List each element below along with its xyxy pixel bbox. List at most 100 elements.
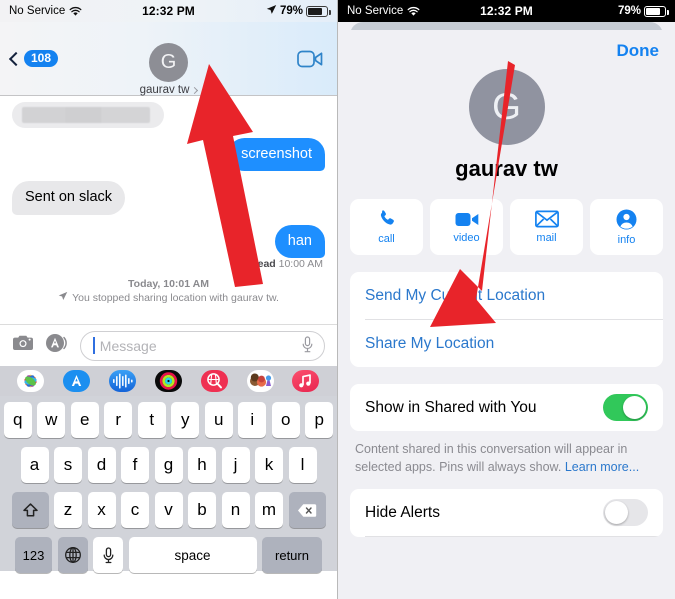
key-b[interactable]: b — [188, 492, 216, 528]
dictation-key[interactable] — [93, 537, 123, 573]
text-caret — [93, 337, 95, 354]
message-thread: screenshot Sent on slack han Read 10:00 … — [0, 96, 337, 324]
key-y[interactable]: y — [171, 402, 200, 438]
call-button[interactable]: call — [350, 199, 423, 255]
photos-app-icon[interactable] — [17, 370, 45, 392]
key-r[interactable]: r — [104, 402, 133, 438]
key-k[interactable]: k — [255, 447, 283, 483]
key-u[interactable]: u — [204, 402, 233, 438]
message-bubble-outgoing[interactable]: screenshot — [228, 138, 329, 172]
digital-touch-app-icon[interactable] — [109, 370, 137, 392]
conversation-nav-bar: 108 G gaurav tw — [0, 22, 337, 96]
modal-sheet-stack: Done G gaurav tw call video mail info Se… — [338, 22, 675, 599]
system-note-row: You stopped sharing location with gaurav… — [12, 291, 325, 304]
keyboard-row-4: 123 space return — [3, 537, 334, 573]
battery-percent-label: 79% — [617, 5, 641, 17]
redacted-message-bubble — [12, 102, 164, 128]
key-q[interactable]: q — [3, 402, 32, 438]
status-bar-right: No Service 12:32 PM 79% — [338, 0, 675, 22]
key-l[interactable]: l — [288, 447, 317, 483]
space-key[interactable]: space — [128, 537, 257, 573]
read-label: Read — [250, 258, 276, 271]
key-m[interactable]: m — [255, 492, 283, 528]
video-button[interactable]: video — [430, 199, 503, 255]
facetime-button[interactable] — [297, 50, 323, 73]
memoji-app-icon[interactable] — [246, 370, 274, 392]
key-c[interactable]: c — [121, 492, 149, 528]
show-in-shared-with-you-row: Show in Shared with You — [350, 384, 663, 431]
globe-key[interactable] — [57, 537, 88, 573]
done-button[interactable]: Done — [617, 41, 660, 61]
avatar[interactable]: G — [468, 69, 545, 145]
key-w[interactable]: w — [37, 402, 66, 438]
return-key[interactable]: return — [262, 537, 322, 573]
back-button[interactable]: 108 — [8, 50, 59, 68]
camera-button[interactable] — [12, 334, 34, 357]
key-h[interactable]: h — [188, 447, 216, 483]
battery-icon — [306, 5, 331, 17]
send-my-current-location-row[interactable]: Send My Current Location — [350, 272, 663, 319]
info-button[interactable]: info — [590, 199, 663, 255]
system-note-text: You stopped sharing location with gaurav… — [72, 291, 279, 304]
dictation-button[interactable] — [301, 335, 314, 356]
hide-alerts-row: Hide Alerts — [350, 489, 663, 536]
key-d[interactable]: d — [87, 447, 116, 483]
message-row: screenshot — [12, 138, 329, 172]
video-camera-icon — [297, 50, 323, 68]
key-f[interactable]: f — [121, 447, 149, 483]
shift-key[interactable] — [11, 492, 49, 528]
key-e[interactable]: e — [70, 402, 99, 438]
app-store-app-icon[interactable] — [63, 370, 91, 392]
activity-app-icon[interactable] — [154, 370, 182, 392]
key-v[interactable]: v — [154, 492, 183, 528]
numbers-key[interactable]: 123 — [15, 537, 52, 573]
show-in-shared-with-you-toggle[interactable] — [603, 394, 648, 421]
contact-hero: G gaurav tw — [350, 69, 663, 182]
person-circle-icon — [616, 209, 637, 229]
share-my-location-row[interactable]: Share My Location — [350, 320, 663, 367]
show-in-shared-with-you-label: Show in Shared with You — [365, 398, 537, 416]
location-arrow-icon — [266, 4, 277, 18]
shared-with-you-group: Show in Shared with You — [350, 384, 663, 431]
mail-button[interactable]: mail — [510, 199, 583, 255]
music-app-icon[interactable] — [292, 370, 320, 392]
key-s[interactable]: s — [54, 447, 82, 483]
hide-alerts-group: Hide Alerts — [350, 489, 663, 538]
images-gif-app-icon[interactable] — [200, 370, 228, 392]
microphone-icon — [103, 546, 113, 563]
app-store-icon — [46, 334, 67, 352]
app-store-button[interactable] — [45, 333, 69, 358]
read-time: 10:00 AM — [278, 258, 323, 271]
video-label: video — [453, 231, 480, 244]
hide-alerts-toggle[interactable] — [603, 499, 648, 527]
call-label: call — [378, 233, 395, 245]
keyboard-row-1: qwertyuiop — [3, 402, 334, 438]
row-divider — [365, 536, 663, 538]
message-bubble-incoming[interactable]: Sent on slack — [7, 181, 126, 216]
key-a[interactable]: a — [20, 447, 49, 483]
key-g[interactable]: g — [154, 447, 183, 483]
message-input-bar: Message — [0, 324, 337, 366]
backspace-icon — [298, 503, 317, 517]
sheet-header: Done — [350, 30, 663, 61]
key-p[interactable]: p — [305, 402, 334, 438]
read-receipt: Read 10:00 AM — [12, 258, 323, 270]
backspace-key[interactable] — [288, 492, 326, 528]
message-input-field[interactable]: Message — [80, 330, 325, 361]
key-x[interactable]: x — [87, 492, 116, 528]
message-bubble-outgoing[interactable]: han — [274, 224, 330, 259]
key-i[interactable]: i — [238, 402, 267, 438]
key-n[interactable]: n — [221, 492, 250, 528]
key-o[interactable]: o — [271, 402, 300, 438]
key-j[interactable]: j — [221, 447, 250, 483]
nav-contact-name-row[interactable]: gaurav tw — [139, 84, 199, 96]
screenshot-root: No Service 12:32 PM 79% 108 G gaurav tw … — [0, 0, 675, 599]
nav-contact-name: gaurav tw — [139, 84, 190, 96]
key-t[interactable]: t — [137, 402, 166, 438]
message-row: Sent on slack — [7, 181, 325, 216]
battery-icon — [644, 5, 669, 17]
status-bar-right-group: 79% — [266, 4, 331, 18]
learn-more-link[interactable]: Learn more... — [565, 460, 639, 474]
video-camera-icon — [455, 212, 478, 226]
key-z[interactable]: z — [54, 492, 82, 528]
